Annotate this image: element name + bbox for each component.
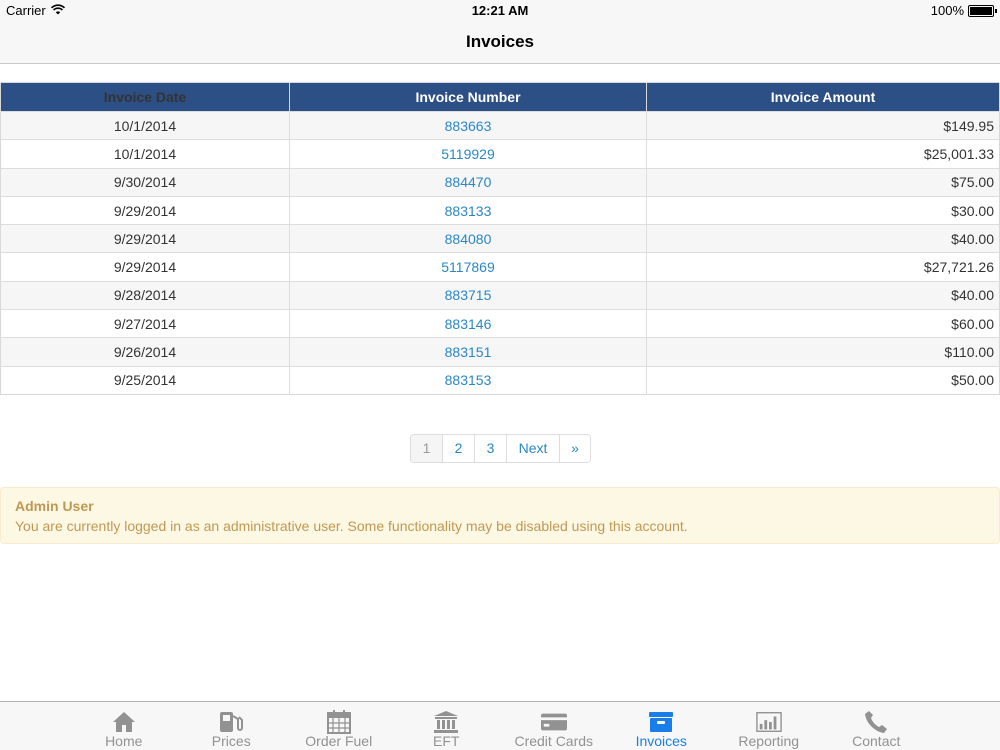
table-header-row: Invoice Date Invoice Number Invoice Amou… <box>0 82 1000 112</box>
invoice-number-cell: 883146 <box>289 309 647 338</box>
tab-credit-cards[interactable]: Credit Cards <box>500 702 608 750</box>
fuel-pump-icon <box>218 710 244 734</box>
tab-label: Prices <box>211 733 251 749</box>
invoice-number-link[interactable]: 883151 <box>445 344 492 360</box>
alert-message: You are currently logged in as an admini… <box>15 518 688 534</box>
table-row: 9/30/2014 884470 $75.00 <box>0 167 1000 197</box>
invoice-number-cell: 883151 <box>289 337 647 367</box>
tab-order-fuel[interactable]: Order Fuel <box>285 702 393 750</box>
table-row: 9/28/2014 883715 $40.00 <box>0 280 1000 310</box>
invoice-date: 9/29/2014 <box>0 195 290 225</box>
invoice-amount: $149.95 <box>646 110 1000 140</box>
tab-contact[interactable]: Contact <box>823 702 931 750</box>
header-invoice-date: Invoice Date <box>0 82 290 112</box>
invoice-amount: $110.00 <box>646 337 1000 367</box>
invoice-number-link[interactable]: 5119929 <box>441 146 494 162</box>
invoice-date: 9/28/2014 <box>0 280 290 310</box>
archive-box-icon <box>648 710 674 734</box>
page-3-button[interactable]: 3 <box>475 435 507 462</box>
tab-eft[interactable]: EFT <box>393 702 501 750</box>
page-1-button[interactable]: 1 <box>411 435 443 462</box>
table-row: 10/1/2014 883663 $149.95 <box>0 110 1000 140</box>
invoice-number-cell: 883153 <box>289 365 647 395</box>
invoice-date: 10/1/2014 <box>0 110 290 140</box>
invoice-date: 10/1/2014 <box>0 139 290 169</box>
bar-chart-icon <box>755 710 782 734</box>
invoice-amount: $60.00 <box>646 309 1000 338</box>
table-row: 9/29/2014 5117869 $27,721.26 <box>0 252 1000 282</box>
invoice-number-link[interactable]: 5117869 <box>441 259 494 275</box>
invoice-number-cell: 884470 <box>289 167 647 197</box>
table-row: 9/27/2014 883146 $60.00 <box>0 309 1000 338</box>
invoice-date: 9/25/2014 <box>0 365 290 395</box>
invoice-amount: $40.00 <box>646 224 1000 253</box>
invoice-number-cell: 5119929 <box>289 139 647 169</box>
tab-label: Order Fuel <box>305 733 373 749</box>
tab-label: Contact <box>852 733 901 749</box>
status-time: 12:21 AM <box>471 3 529 18</box>
table-row: 9/29/2014 884080 $40.00 <box>0 224 1000 253</box>
next-page-button[interactable]: Next <box>507 435 560 462</box>
table-row: 9/29/2014 883133 $30.00 <box>0 195 1000 225</box>
header-invoice-number: Invoice Number <box>289 82 647 112</box>
invoice-amount: $50.00 <box>646 365 1000 395</box>
tab-home[interactable]: Home <box>70 702 178 750</box>
tab-label: Home <box>105 733 143 749</box>
tab-invoices[interactable]: Invoices <box>608 702 716 750</box>
tab-label: Invoices <box>635 733 687 749</box>
table-row: 9/25/2014 883153 $50.00 <box>0 365 1000 395</box>
page-2-button[interactable]: 2 <box>443 435 475 462</box>
invoice-number-cell: 883663 <box>289 110 647 140</box>
calendar-icon <box>326 710 352 734</box>
invoice-number-cell: 883715 <box>289 280 647 310</box>
bank-icon <box>433 710 459 734</box>
tab-reporting[interactable]: Reporting <box>715 702 823 750</box>
invoices-table: Invoice Date Invoice Number Invoice Amou… <box>0 82 1000 395</box>
alert-title: Admin User <box>15 498 94 514</box>
header-invoice-amount: Invoice Amount <box>646 82 1000 112</box>
invoice-amount: $25,001.33 <box>646 139 1000 169</box>
tab-label: Reporting <box>738 733 800 749</box>
battery-icon <box>968 4 997 17</box>
invoice-number-link[interactable]: 884080 <box>445 231 492 247</box>
table-row: 9/26/2014 883151 $110.00 <box>0 337 1000 367</box>
invoice-amount: $40.00 <box>646 280 1000 310</box>
invoice-date: 9/30/2014 <box>0 167 290 197</box>
home-icon <box>111 710 137 734</box>
invoice-number-link[interactable]: 883153 <box>445 372 492 388</box>
invoice-date: 9/26/2014 <box>0 337 290 367</box>
tab-label: Credit Cards <box>514 733 594 749</box>
status-right: 100% <box>930 3 997 18</box>
phone-icon <box>863 710 889 734</box>
invoice-number-cell: 884080 <box>289 224 647 253</box>
battery-percent: 100% <box>930 3 964 18</box>
credit-card-icon <box>540 710 567 734</box>
tab-label: EFT <box>433 733 460 749</box>
invoice-number-cell: 883133 <box>289 195 647 225</box>
page-title: Invoices <box>465 32 535 51</box>
invoice-number-link[interactable]: 883715 <box>445 287 492 303</box>
invoice-number-cell: 5117869 <box>289 252 647 282</box>
invoice-number-link[interactable]: 883133 <box>445 203 492 219</box>
tab-prices[interactable]: Prices <box>178 702 286 750</box>
invoice-date: 9/29/2014 <box>0 224 290 253</box>
navigation-bar: Invoices <box>0 20 1000 64</box>
pagination: 1 2 3 Next » <box>410 434 591 463</box>
invoice-amount: $27,721.26 <box>646 252 1000 282</box>
tab-bar: Home Prices Order Fuel EFT Credit Cards … <box>0 701 1000 750</box>
invoice-date: 9/29/2014 <box>0 252 290 282</box>
invoice-date: 9/27/2014 <box>0 309 290 338</box>
admin-alert: Admin User You are currently logged in a… <box>0 487 1000 544</box>
invoices-table-container: Invoice Date Invoice Number Invoice Amou… <box>0 82 1000 395</box>
invoice-number-link[interactable]: 883146 <box>445 316 492 332</box>
invoice-number-link[interactable]: 883663 <box>445 118 492 134</box>
table-row: 10/1/2014 5119929 $25,001.33 <box>0 139 1000 169</box>
last-page-button[interactable]: » <box>560 435 590 462</box>
invoice-number-link[interactable]: 884470 <box>445 174 492 190</box>
invoice-amount: $75.00 <box>646 167 1000 197</box>
status-bar: Carrier 12:21 AM 100% <box>0 0 1000 20</box>
invoice-amount: $30.00 <box>646 195 1000 225</box>
